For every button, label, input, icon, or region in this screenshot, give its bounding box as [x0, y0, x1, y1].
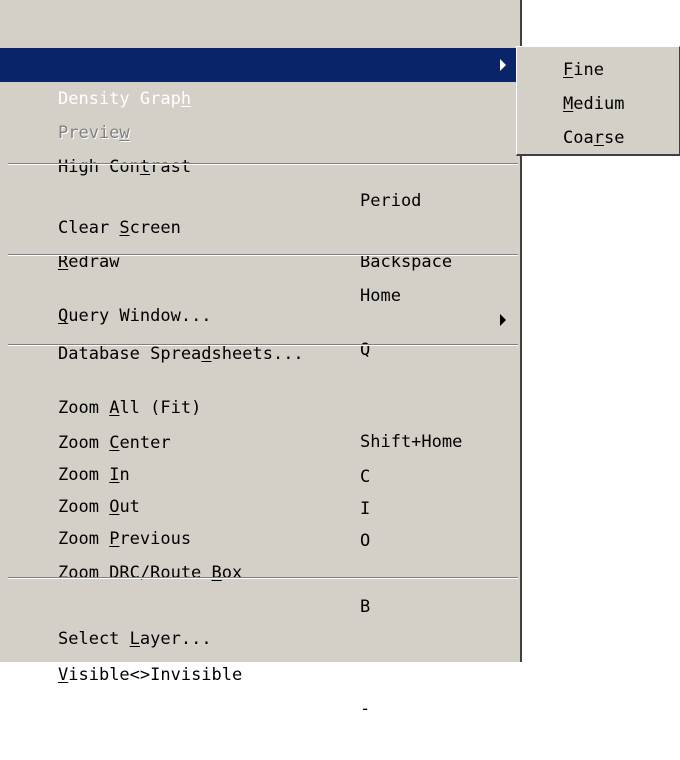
submenu-item-fine[interactable]: Fine [517, 53, 677, 87]
view-menu: Design Density Graph Preview High Contra… [0, 0, 522, 719]
menu-item-query-window[interactable]: Query Window... Q [0, 265, 520, 360]
menu-item-zoom-previous[interactable]: Zoom Previous [0, 488, 520, 549]
menu-item-clear-screen[interactable]: Clear Screen Backspace [0, 177, 520, 272]
menu-item-label: Visible<>Invisible [58, 665, 243, 685]
menu-item-zoom-center[interactable]: Zoom Center C [0, 392, 520, 487]
submenu-item-label: Coarse [563, 128, 625, 148]
submenu-arrow-icon [500, 314, 506, 326]
submenu-item-medium[interactable]: Medium [517, 87, 677, 121]
submenu-item-label: Fine [563, 60, 604, 80]
submenu-item-coarse[interactable]: Coarse [517, 121, 677, 155]
submenu-item-label: Medium [563, 94, 625, 114]
submenu-arrow-icon [500, 59, 506, 71]
menu-item-zoom-all[interactable]: Zoom All (Fit) Shift+Home [0, 357, 520, 452]
menu-item-density-graph[interactable]: Density Graph [0, 48, 520, 109]
menu-item-select-layer[interactable]: Select Layer... [0, 588, 520, 649]
menu-separator [8, 344, 518, 346]
menu-item-redraw[interactable]: Redraw Home [0, 211, 520, 306]
menu-separator [8, 577, 518, 579]
menu-item-shortcut: - [360, 699, 371, 719]
menu-item-visible-invisible[interactable]: Visible<>Invisible - [0, 624, 520, 719]
menu-separator [8, 254, 518, 256]
menu-item-zoom-drc-route-box[interactable]: Zoom DRC/Route Box B [0, 522, 520, 617]
menu-item-zoom-out[interactable]: Zoom Out O [0, 456, 520, 551]
menu-item-design[interactable]: Design [0, 14, 520, 75]
menu-separator [8, 163, 518, 165]
density-graph-submenu: Fine Medium Coarse [516, 46, 680, 156]
menu-item-database-spreadsheets[interactable]: Database Spreadsheets... [0, 303, 520, 364]
menu-item-high-contrast[interactable]: High Contrast Period [0, 116, 520, 211]
menu-item-preview: Preview [0, 82, 520, 143]
menu-item-label: Zoom DRC/Route Box [58, 563, 243, 583]
menu-item-zoom-in[interactable]: Zoom In I [0, 424, 520, 519]
